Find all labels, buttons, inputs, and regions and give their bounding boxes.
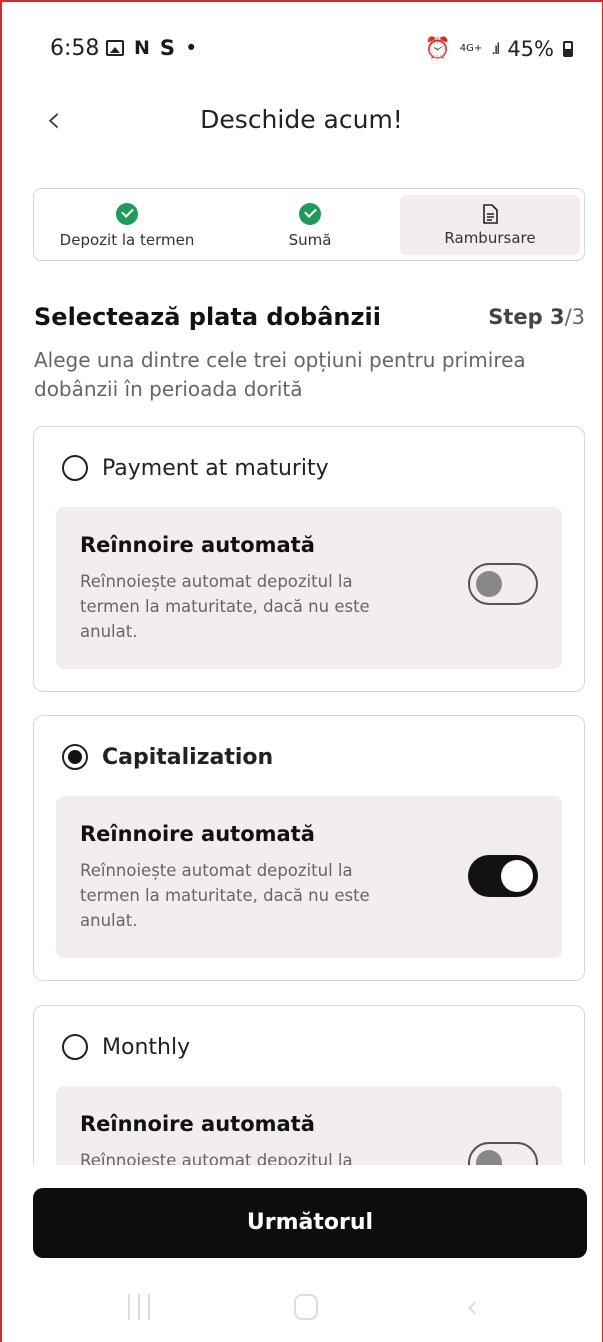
step-rambursare: Rambursare: [400, 195, 580, 255]
step-label: Depozit la termen: [59, 231, 195, 249]
option-label: Monthly: [102, 1034, 191, 1060]
alarm-icon: ⏰: [424, 36, 451, 60]
image-icon: [106, 40, 124, 56]
step-counter: Step 3/3: [488, 305, 585, 329]
status-bar: 6:58 N S • ⏰ 4G+ .ıl 45%: [0, 0, 603, 95]
page-title: Deschide acum!: [200, 105, 403, 134]
step-prefix: Step: [488, 305, 550, 329]
check-circle-icon: [299, 203, 321, 225]
auto-renew-description: Reînnoiește automat depozitul la termen …: [80, 572, 370, 641]
step-label: Rambursare: [444, 229, 536, 247]
back-nav-icon[interactable]: ‹: [466, 1290, 478, 1325]
notification-icons: N S •: [106, 36, 197, 60]
auto-renew-panel: Reînnoire automată Reînnoiește automat d…: [56, 796, 562, 958]
auto-renew-panel: Reînnoire automată Reînnoieste automat d…: [56, 1086, 562, 1165]
system-icons: ⏰ 4G+ .ıl 45%: [425, 36, 573, 61]
battery-percent: 45%: [507, 36, 554, 61]
app-header: ‹ Deschide acum!: [0, 95, 603, 151]
step-depozit: Depozit la termen: [42, 189, 212, 260]
auto-renew-toggle[interactable]: [468, 563, 538, 605]
step-label: Sumă: [288, 231, 332, 249]
toggle-knob: [501, 860, 533, 892]
step-current: 3: [549, 305, 565, 329]
auto-renew-panel: Reînnoire automată Reînnoiește automat d…: [56, 507, 562, 669]
option-card-payment-at-maturity[interactable]: Payment at maturity Reînnoire automată R…: [33, 426, 585, 692]
n-app-icon: N: [134, 37, 150, 59]
network-type: 4G+: [459, 42, 483, 54]
status-time: 6:58: [50, 36, 100, 61]
s-app-icon: S: [159, 36, 176, 60]
battery-icon: [563, 40, 573, 57]
option-label: Capitalization: [102, 744, 274, 770]
auto-renew-title: Reînnoire automată: [80, 533, 315, 557]
dot-icon: •: [185, 36, 198, 60]
auto-renew-toggle[interactable]: [468, 855, 538, 897]
option-label: Payment at maturity: [102, 455, 329, 481]
next-button[interactable]: Următorul: [33, 1188, 587, 1258]
scroll-area[interactable]: 6:58 N S • ⏰ 4G+ .ıl 45% ‹ Deschide acum…: [0, 0, 603, 1165]
step-suma: Sumă: [230, 189, 390, 260]
auto-renew-title: Reînnoire automată: [80, 1112, 315, 1136]
option-card-monthly[interactable]: Monthly Reînnoire automată Reînnoieste a…: [33, 1005, 585, 1165]
system-nav-bar: ‹: [0, 1280, 603, 1342]
recent-apps-icon[interactable]: [128, 1294, 150, 1320]
signal-icon: .ıl: [491, 39, 500, 58]
step-total: /3: [564, 305, 585, 329]
toggle-knob: [476, 571, 502, 597]
option-card-capitalization[interactable]: Capitalization Reînnoire automată Reînno…: [33, 715, 585, 981]
auto-renew-description: Reînnoieste automat depozitul la: [80, 1151, 353, 1165]
section-description: Alege una dintre cele trei opțiuni pentr…: [34, 348, 526, 401]
radio-button[interactable]: [62, 455, 88, 481]
progress-stepper: Depozit la termen Sumă Rambursare: [33, 188, 585, 261]
auto-renew-title: Reînnoire automată: [80, 822, 315, 846]
document-icon: [483, 204, 498, 224]
radio-button-selected[interactable]: [62, 744, 88, 770]
toggle-knob: [476, 1150, 502, 1165]
radio-button[interactable]: [62, 1034, 88, 1060]
auto-renew-toggle[interactable]: [468, 1142, 538, 1165]
home-icon[interactable]: [294, 1294, 318, 1320]
section-title: Selectează plata dobânzii: [34, 303, 381, 331]
auto-renew-description: Reînnoiește automat depozitul la termen …: [80, 861, 370, 930]
check-circle-icon: [116, 203, 138, 225]
